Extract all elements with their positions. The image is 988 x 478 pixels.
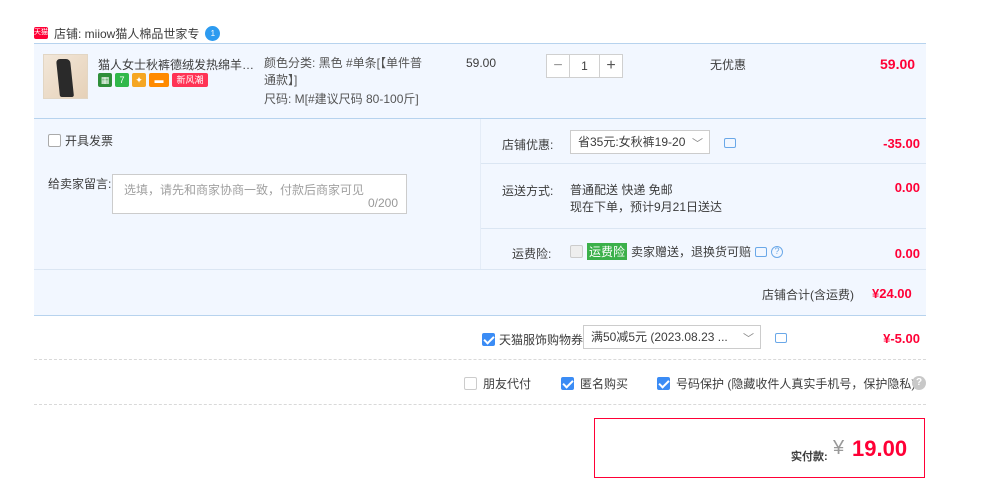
divider <box>34 404 926 405</box>
badge-icon: ▦ <box>98 73 112 87</box>
seven-day-return-icon: 7 <box>115 73 129 87</box>
quantity-plus-button[interactable]: + <box>599 54 623 78</box>
shop-total-label: 店铺合计(含运费) <box>762 288 854 302</box>
chat-icon[interactable] <box>724 138 736 148</box>
anonymous-option[interactable]: 匿名购买 <box>561 375 628 392</box>
insurance-checkbox <box>570 245 583 258</box>
friend-pay-label: 朋友代付 <box>483 377 532 391</box>
coupon-select[interactable]: 满50减5元 (2023.08.23 ... ﹀ <box>583 325 761 349</box>
coupon-checkbox[interactable] <box>482 333 495 346</box>
currency-symbol: ¥ <box>833 437 845 459</box>
quantity-input[interactable]: 1 <box>570 54 599 78</box>
anonymous-label: 匿名购买 <box>580 377 629 391</box>
shop-header: 天猫 店铺: miiow猫人棉品世家专 1 <box>34 24 221 42</box>
shipping-eta: 现在下单，预计9月21日送达 <box>570 200 723 214</box>
product-thumbnail[interactable] <box>43 54 88 99</box>
shop-discount-select[interactable]: 省35元:女秋裤19-20 ﹀ <box>570 130 710 154</box>
chat-icon[interactable] <box>775 333 787 343</box>
product-title-link[interactable]: 猫人女士秋裤德绒发热绵羊毛薄... <box>98 56 260 73</box>
payment-label: 实付款: <box>791 451 828 463</box>
anonymous-checkbox[interactable] <box>561 377 574 390</box>
payment-summary: 实付款: ¥ 19.00 <box>594 418 925 478</box>
shipping-method: 普通配送 快递 免邮 <box>570 183 673 197</box>
help-icon[interactable]: ? <box>912 376 926 390</box>
shop-discount-value: 省35元:女秋裤19-20 <box>578 135 686 149</box>
attr-color-cont: 通款】] <box>264 73 298 87</box>
item-subtotal: 59.00 <box>880 56 916 72</box>
divider <box>481 163 926 164</box>
wangwang-chat-icon[interactable]: 1 <box>205 25 221 41</box>
insurance-text: 卖家赠送，退换货可赔 <box>631 245 752 259</box>
service-badges: ▦ 7 ✦ ▬ 新风潮 <box>98 73 208 87</box>
coupon-amount: ¥-5.00 <box>883 331 920 346</box>
insurance-tag: 运费险 <box>587 243 628 260</box>
message-placeholder: 选填，请先和商家协商一致，付款后商家可见 <box>124 183 365 197</box>
shop-total-value: ¥24.00 <box>872 286 912 301</box>
shipping-label: 运送方式: <box>502 184 554 198</box>
friend-pay-option[interactable]: 朋友代付 <box>464 375 531 392</box>
insurance-amount: 0.00 <box>894 246 920 261</box>
payment-total: 19.00 <box>852 436 908 461</box>
message-char-count: 0/200 <box>367 196 398 210</box>
item-discount: 无优惠 <box>710 58 747 72</box>
privacy-label: 号码保护 (隐藏收件人真实手机号，保护隐私) <box>676 377 916 391</box>
new-trend-badge: 新风潮 <box>172 73 208 87</box>
tmall-logo-icon: 天猫 <box>34 27 48 39</box>
coupon-label: 天猫服饰购物券 <box>499 333 584 347</box>
divider <box>481 228 926 229</box>
message-label: 给卖家留言: <box>48 177 112 191</box>
quantity-minus-button[interactable]: − <box>546 54 570 78</box>
chevron-down-icon: ﹀ <box>743 333 754 345</box>
card-icon: ▬ <box>149 73 169 87</box>
divider <box>34 315 926 316</box>
invoice-checkbox[interactable] <box>48 134 61 147</box>
invoice-label: 开具发票 <box>65 134 114 148</box>
unit-price: 59.00 <box>466 56 497 70</box>
coupon-value: 满50减5元 (2023.08.23 ... <box>591 330 728 344</box>
shipping-amount: 0.00 <box>894 180 920 195</box>
privacy-checkbox[interactable] <box>657 377 670 390</box>
attr-size: 尺码: M[#建议尺码 80-100斤] <box>264 92 419 106</box>
shop-name-link[interactable]: 店铺: miiow猫人棉品世家专 <box>54 25 199 42</box>
shop-discount-amount: -35.00 <box>883 136 920 151</box>
shop-discount-label: 店铺优惠: <box>502 138 554 152</box>
attr-color: 颜色分类: 黑色 #单条[【单件普 <box>264 56 423 70</box>
insurance-label: 运费险: <box>512 247 552 261</box>
message-textarea[interactable]: 选填，请先和商家协商一致，付款后商家可见 0/200 <box>112 174 407 214</box>
friend-pay-checkbox[interactable] <box>464 377 477 390</box>
divider <box>34 269 926 270</box>
guarantee-icon: ✦ <box>132 73 146 87</box>
question-icon[interactable]: ? <box>771 245 784 258</box>
insurance-option: 运费险 卖家赠送，退换货可赔 ? <box>570 243 784 260</box>
divider <box>34 359 926 360</box>
invoice-option[interactable]: 开具发票 <box>48 132 113 149</box>
chat-icon[interactable] <box>755 246 768 257</box>
quantity-stepper: − 1 + <box>546 54 623 78</box>
privacy-option[interactable]: 号码保护 (隐藏收件人真实手机号，保护隐私) <box>657 375 915 392</box>
coupon-option[interactable]: 天猫服饰购物券 <box>482 331 583 348</box>
chevron-down-icon: ﹀ <box>692 138 703 150</box>
